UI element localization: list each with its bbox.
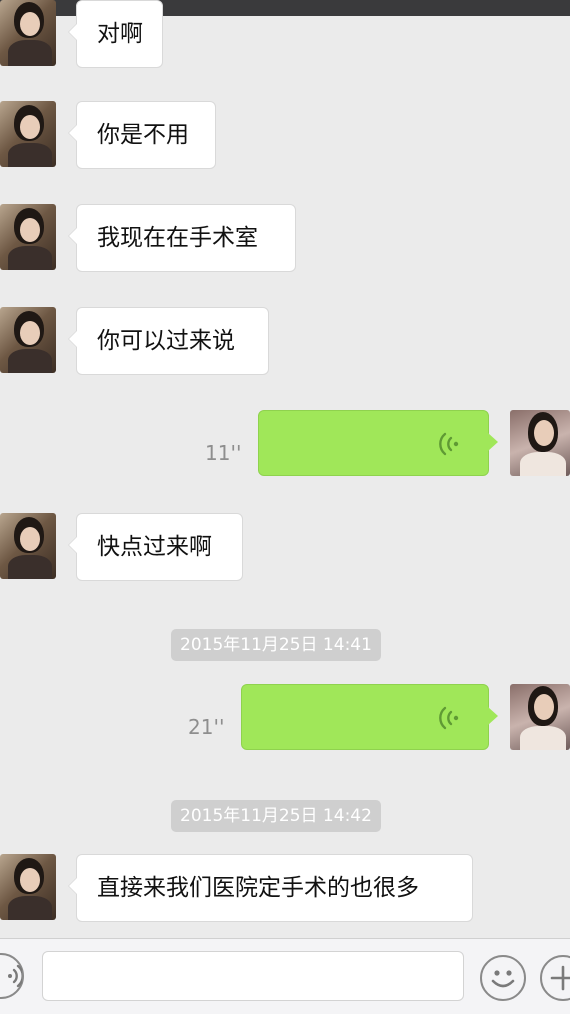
chat-message-list[interactable]: 对啊 你是不用 我现在在手术室 你可以过来说 11'' 快点过来啊 2015年1…	[0, 0, 570, 938]
contact-avatar[interactable]	[0, 854, 56, 920]
voice-input-button[interactable]	[0, 953, 24, 999]
sent-voice-message[interactable]	[258, 410, 498, 476]
add-button[interactable]	[540, 955, 570, 1001]
my-avatar[interactable]	[510, 410, 570, 476]
contact-avatar[interactable]	[0, 513, 56, 579]
my-avatar[interactable]	[510, 684, 570, 750]
voice-duration: 11''	[205, 441, 242, 465]
received-message-bubble[interactable]: 对啊	[68, 0, 163, 68]
received-message-bubble[interactable]: 你可以过来说	[68, 307, 269, 375]
contact-avatar[interactable]	[0, 0, 56, 66]
voice-duration: 21''	[188, 715, 225, 739]
message-text: 我现在在手术室	[97, 225, 258, 251]
contact-avatar[interactable]	[0, 101, 56, 167]
voice-wave-icon	[439, 706, 459, 730]
contact-avatar[interactable]	[0, 307, 56, 373]
chat-input-bar	[0, 938, 570, 1014]
message-text: 你可以过来说	[97, 328, 235, 354]
message-text: 你是不用	[97, 122, 189, 148]
emoji-button[interactable]	[480, 955, 526, 1001]
contact-avatar[interactable]	[0, 204, 56, 270]
smiley-icon	[491, 970, 515, 988]
voice-wave-icon	[8, 964, 22, 988]
plus-icon	[550, 965, 570, 991]
received-message-bubble[interactable]: 你是不用	[68, 101, 216, 169]
timestamp-label: 2015年11月25日 14:41	[171, 629, 381, 661]
voice-wave-icon	[439, 432, 459, 456]
message-text: 对啊	[97, 21, 143, 47]
received-message-bubble[interactable]: 我现在在手术室	[68, 204, 296, 272]
received-message-bubble[interactable]: 快点过来啊	[68, 513, 243, 581]
sent-voice-message[interactable]	[241, 684, 498, 750]
received-message-bubble[interactable]: 直接来我们医院定手术的也很多	[68, 854, 473, 922]
message-text: 快点过来啊	[97, 534, 212, 560]
timestamp-label: 2015年11月25日 14:42	[171, 800, 381, 832]
message-text: 直接来我们医院定手术的也很多	[97, 875, 419, 901]
message-input[interactable]	[42, 951, 464, 1001]
